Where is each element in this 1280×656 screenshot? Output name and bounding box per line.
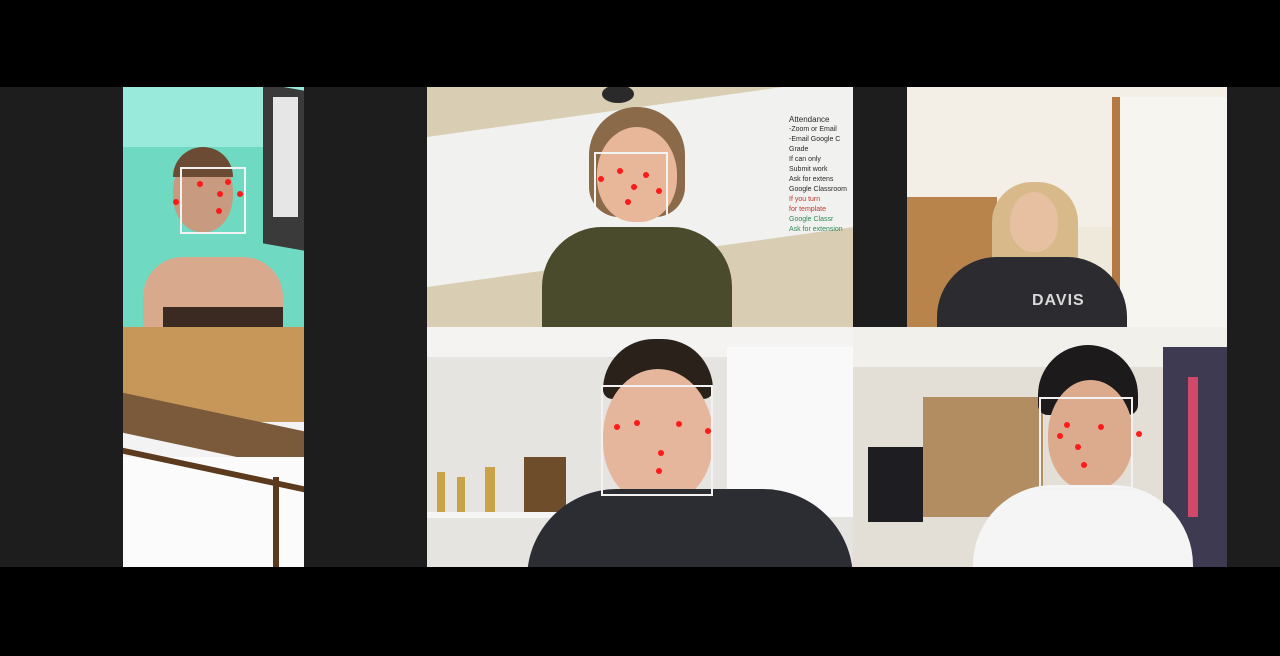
landmark-dot bbox=[631, 184, 637, 190]
trophy bbox=[485, 467, 495, 512]
video-tile-participant-3[interactable]: DAVIS bbox=[907, 87, 1227, 327]
landmark-dot bbox=[1136, 431, 1142, 437]
face-detection-box bbox=[601, 385, 713, 496]
landmark-dot bbox=[676, 421, 682, 427]
landmark-dot bbox=[1057, 433, 1063, 439]
landmark-dot bbox=[1064, 422, 1070, 428]
landmark-dot bbox=[1081, 462, 1087, 468]
trophy bbox=[437, 472, 445, 512]
video-tile-participant-6[interactable] bbox=[853, 327, 1227, 567]
whiteboard-notes: Attendance -Zoom or Email -Email Google … bbox=[789, 115, 853, 235]
video-grid: Attendance -Zoom or Email -Email Google … bbox=[0, 87, 1280, 567]
landmark-dot bbox=[225, 179, 231, 185]
whiteboard-heading: Attendance bbox=[789, 115, 830, 124]
landmark-dot bbox=[625, 199, 631, 205]
landmark-dot bbox=[656, 188, 662, 194]
landmark-dot bbox=[656, 468, 662, 474]
landmark-dot bbox=[216, 208, 222, 214]
landmark-dot bbox=[643, 172, 649, 178]
landmark-dot bbox=[658, 450, 664, 456]
landmark-dot bbox=[705, 428, 711, 434]
landmark-dot bbox=[197, 181, 203, 187]
landmark-dot bbox=[237, 191, 243, 197]
hoodie-text: DAVIS bbox=[1032, 292, 1085, 309]
face-detection-box bbox=[180, 167, 246, 234]
video-tile-participant-1[interactable] bbox=[123, 87, 304, 327]
wall-clock bbox=[602, 87, 634, 103]
landmark-dot bbox=[1075, 444, 1081, 450]
landmark-dot bbox=[614, 424, 620, 430]
landmark-dot bbox=[634, 420, 640, 426]
video-tile-participant-5[interactable] bbox=[427, 327, 853, 567]
landmark-dot bbox=[617, 168, 623, 174]
face-detection-box bbox=[1039, 397, 1133, 490]
trophy bbox=[457, 477, 465, 512]
landmark-dot bbox=[1098, 424, 1104, 430]
landmark-dot bbox=[217, 191, 223, 197]
landmark-dot bbox=[598, 176, 604, 182]
window bbox=[1112, 97, 1227, 327]
person-3: DAVIS bbox=[937, 182, 1127, 327]
landmark-dot bbox=[173, 199, 179, 205]
video-tile-participant-4[interactable] bbox=[123, 327, 304, 567]
video-tile-participant-2[interactable]: Attendance -Zoom or Email -Email Google … bbox=[427, 87, 853, 327]
monitor bbox=[868, 447, 923, 522]
